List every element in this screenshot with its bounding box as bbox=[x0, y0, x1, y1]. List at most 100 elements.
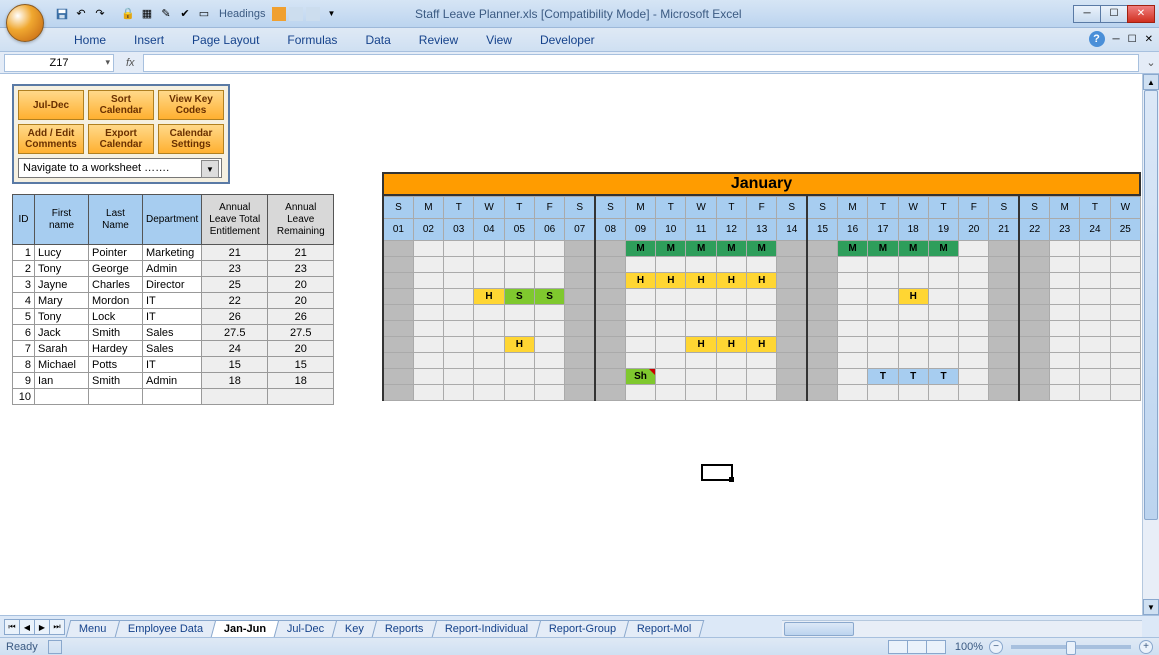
calendar-cell[interactable] bbox=[565, 369, 595, 385]
calendar-cell[interactable] bbox=[444, 241, 474, 257]
ribbon-tab-pagelayout[interactable]: Page Layout bbox=[178, 29, 273, 51]
calendar-cell[interactable]: S bbox=[504, 289, 534, 305]
ribbon-tab-formulas[interactable]: Formulas bbox=[273, 29, 351, 51]
table-row[interactable]: 6JackSmithSales27.527.5 bbox=[13, 325, 334, 341]
calendar-cell[interactable] bbox=[837, 385, 867, 401]
calendar-cell[interactable]: M bbox=[898, 241, 928, 257]
calendar-cell[interactable]: H bbox=[716, 273, 746, 289]
fx-icon[interactable]: fx bbox=[118, 57, 143, 69]
calendar-cell[interactable] bbox=[656, 385, 686, 401]
table-row[interactable]: 4MaryMordonIT2220 bbox=[13, 293, 334, 309]
cal-header-cell[interactable]: S bbox=[1019, 197, 1049, 219]
calendar-cell[interactable]: H bbox=[686, 273, 716, 289]
calendar-cell[interactable] bbox=[1050, 321, 1080, 337]
name-box[interactable]: Z17 bbox=[4, 54, 114, 72]
calendar-cell[interactable] bbox=[868, 273, 898, 289]
calendar-cell[interactable] bbox=[504, 241, 534, 257]
table-row[interactable]: 2TonyGeorgeAdmin2323 bbox=[13, 261, 334, 277]
calendar-cell[interactable] bbox=[1019, 337, 1049, 353]
cal-header-cell[interactable]: W bbox=[1110, 197, 1140, 219]
calendar-cell[interactable]: T bbox=[928, 369, 958, 385]
cal-header-cell[interactable]: 02 bbox=[413, 219, 443, 241]
calendar-cell[interactable] bbox=[595, 321, 625, 337]
btn-add-edit-comments[interactable]: Add / Edit Comments bbox=[18, 124, 84, 154]
cal-header-cell[interactable]: 05 bbox=[504, 219, 534, 241]
cal-header-cell[interactable]: 20 bbox=[959, 219, 989, 241]
tab-prev-icon[interactable]: ◀ bbox=[19, 619, 35, 635]
sheet-tab[interactable]: Key bbox=[332, 620, 378, 637]
col-id[interactable]: ID bbox=[13, 195, 35, 245]
table-row[interactable]: 3JayneCharlesDirector2520 bbox=[13, 277, 334, 293]
calendar-cell[interactable] bbox=[504, 257, 534, 273]
calendar-cell[interactable] bbox=[777, 273, 807, 289]
formula-bar-expand-icon[interactable]: ⌄ bbox=[1143, 56, 1159, 69]
calendar-cell[interactable] bbox=[686, 257, 716, 273]
calendar-cell[interactable] bbox=[777, 337, 807, 353]
calendar-cell[interactable] bbox=[1110, 353, 1140, 369]
cal-header-cell[interactable]: 11 bbox=[686, 219, 716, 241]
calendar-cell[interactable]: M bbox=[625, 241, 655, 257]
col-firstname[interactable]: First name bbox=[35, 195, 89, 245]
cal-header-cell[interactable]: T bbox=[656, 197, 686, 219]
calendar-cell[interactable] bbox=[928, 273, 958, 289]
calendar-cell[interactable] bbox=[1050, 369, 1080, 385]
calendar-cell[interactable] bbox=[747, 321, 777, 337]
calendar-cell[interactable] bbox=[383, 305, 413, 321]
calendar-cell[interactable] bbox=[928, 385, 958, 401]
vscroll-thumb[interactable] bbox=[1144, 90, 1158, 520]
sheet-tab[interactable]: Report-Group bbox=[536, 620, 630, 637]
minimize-button[interactable]: ─ bbox=[1073, 5, 1101, 23]
btn-export-calendar[interactable]: Export Calendar bbox=[88, 124, 154, 154]
calendar-cell[interactable] bbox=[686, 385, 716, 401]
calendar-cell[interactable] bbox=[868, 321, 898, 337]
lock-icon[interactable]: 🔒 bbox=[120, 6, 136, 22]
calendar-cell[interactable] bbox=[989, 337, 1019, 353]
calendar-cell[interactable] bbox=[534, 305, 564, 321]
cal-header-cell[interactable]: S bbox=[565, 197, 595, 219]
calendar-cell[interactable]: H bbox=[747, 337, 777, 353]
cal-header-cell[interactable]: 19 bbox=[928, 219, 958, 241]
calendar-cell[interactable] bbox=[777, 257, 807, 273]
cal-header-cell[interactable]: S bbox=[807, 197, 837, 219]
calendar-cell[interactable] bbox=[474, 321, 504, 337]
calendar-cell[interactable] bbox=[625, 257, 655, 273]
calendar-cell[interactable] bbox=[1050, 385, 1080, 401]
calendar-cell[interactable] bbox=[565, 305, 595, 321]
cal-header-cell[interactable]: T bbox=[1080, 197, 1110, 219]
calendar-cell[interactable]: H bbox=[898, 289, 928, 305]
calendar-cell[interactable] bbox=[747, 353, 777, 369]
calendar-cell[interactable] bbox=[444, 353, 474, 369]
calendar-cell[interactable] bbox=[1019, 385, 1049, 401]
sheet-tab[interactable]: Jul-Dec bbox=[274, 620, 338, 637]
calendar-cell[interactable] bbox=[1080, 257, 1110, 273]
cal-header-cell[interactable]: T bbox=[444, 197, 474, 219]
calendar-cell[interactable] bbox=[928, 321, 958, 337]
calendar-cell[interactable] bbox=[989, 257, 1019, 273]
cal-header-cell[interactable]: 22 bbox=[1019, 219, 1049, 241]
calendar-cell[interactable] bbox=[989, 369, 1019, 385]
calendar-cell[interactable]: H bbox=[747, 273, 777, 289]
vertical-scrollbar[interactable]: ▲ ▼ bbox=[1142, 74, 1159, 615]
table-row[interactable]: 1LucyPointerMarketing2121 bbox=[13, 245, 334, 261]
calendar-cell[interactable] bbox=[928, 305, 958, 321]
calendar-cell[interactable] bbox=[989, 305, 1019, 321]
calendar-cell[interactable] bbox=[716, 353, 746, 369]
cal-header-cell[interactable]: W bbox=[898, 197, 928, 219]
cal-header-cell[interactable]: 12 bbox=[716, 219, 746, 241]
calendar-cell[interactable] bbox=[565, 337, 595, 353]
calendar-cell[interactable] bbox=[504, 321, 534, 337]
calendar-cell[interactable] bbox=[413, 289, 443, 305]
cal-header-cell[interactable]: F bbox=[747, 197, 777, 219]
calendar-cell[interactable]: H bbox=[686, 337, 716, 353]
calendar-cell[interactable]: M bbox=[716, 241, 746, 257]
calendar-cell[interactable] bbox=[595, 257, 625, 273]
calendar-cell[interactable] bbox=[1110, 321, 1140, 337]
ribbon-tab-developer[interactable]: Developer bbox=[526, 29, 609, 51]
calendar-cell[interactable] bbox=[474, 337, 504, 353]
calendar-cell[interactable] bbox=[474, 353, 504, 369]
qat-view-icon-3[interactable] bbox=[306, 7, 320, 21]
cal-header-cell[interactable]: 24 bbox=[1080, 219, 1110, 241]
calendar-cell[interactable] bbox=[1019, 273, 1049, 289]
calendar-cell[interactable] bbox=[383, 337, 413, 353]
calendar-cell[interactable] bbox=[474, 241, 504, 257]
